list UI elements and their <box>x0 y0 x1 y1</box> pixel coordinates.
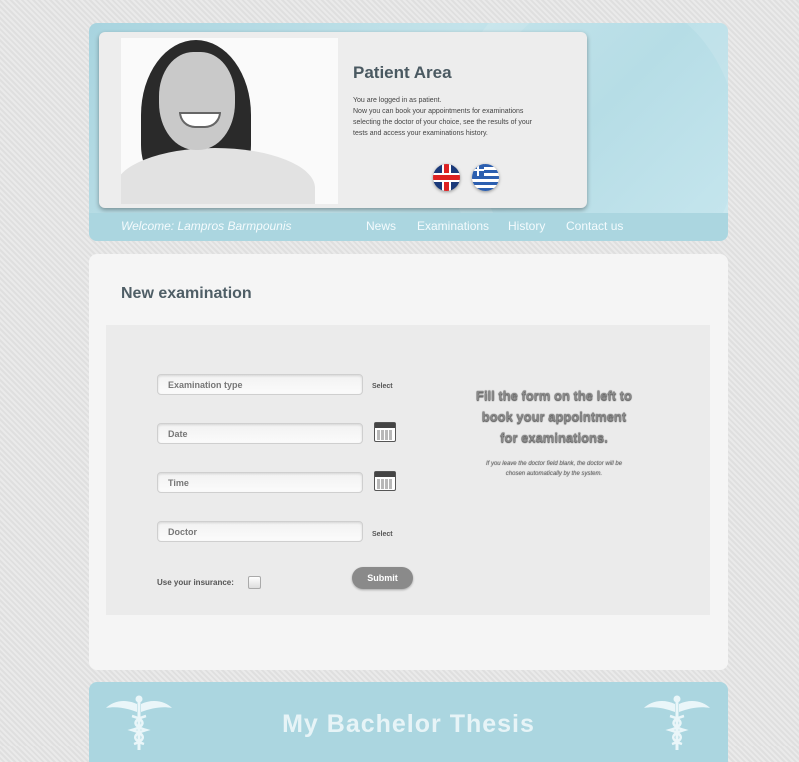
login-info-text: You are logged in as patient. Now you ca… <box>353 97 532 137</box>
patient-area-card: Patient Area You are logged in as patien… <box>99 32 587 208</box>
welcome-text: Welcome: Lampros Barmpounis <box>121 219 292 233</box>
insurance-label: Use your insurance: <box>157 578 234 587</box>
greek-flag-icon[interactable] <box>472 164 499 191</box>
main-panel: New examination Examination type Select … <box>89 254 728 670</box>
footer-title: My Bachelor Thesis <box>282 710 535 738</box>
nav-news[interactable]: News <box>366 219 396 233</box>
doctor-select-link[interactable]: Select <box>372 531 393 538</box>
site-footer: My Bachelor Thesis <box>89 682 728 762</box>
nav-examinations[interactable]: Examinations <box>417 219 489 233</box>
form-hint: Fill the form on the left to book your a… <box>476 388 632 445</box>
examination-form: Examination type Select Date Time Doctor… <box>106 325 710 615</box>
section-title: New examination <box>121 285 252 302</box>
insurance-checkbox[interactable] <box>248 576 261 589</box>
date-field[interactable]: Date <box>157 423 363 444</box>
doctor-field[interactable]: Doctor <box>157 521 363 542</box>
nav-history[interactable]: History <box>508 219 545 233</box>
time-field[interactable]: Time <box>157 472 363 493</box>
page-title: Patient Area <box>353 63 452 82</box>
nurse-photo <box>121 38 338 204</box>
date-calendar-icon[interactable] <box>374 422 396 442</box>
examination-type-field[interactable]: Examination type <box>157 374 363 395</box>
caduceus-icon <box>644 695 710 750</box>
nav-bar: Welcome: Lampros Barmpounis News Examina… <box>89 213 728 241</box>
nav-contact-us[interactable]: Contact us <box>566 219 623 233</box>
examination-type-select-link[interactable]: Select <box>372 383 393 390</box>
time-calendar-icon[interactable] <box>374 471 396 491</box>
site-header: Patient Area You are logged in as patien… <box>89 23 728 241</box>
english-flag-icon[interactable] <box>433 164 460 191</box>
submit-button[interactable]: Submit <box>352 567 413 589</box>
doctor-hint: If you leave the doctor field blank, the… <box>485 461 623 477</box>
